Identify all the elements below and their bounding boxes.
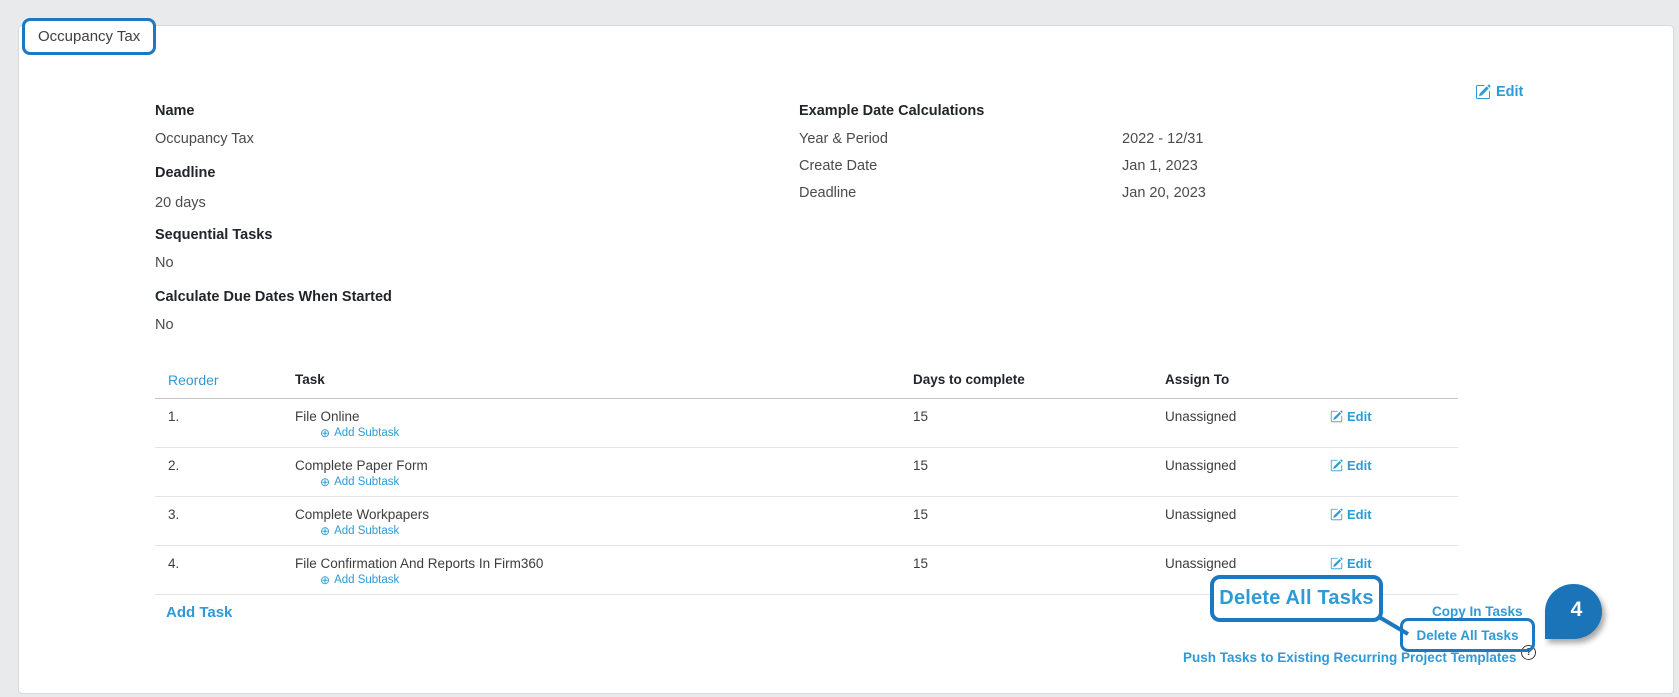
add-subtask-link[interactable]: ⊕ Add Subtask xyxy=(320,574,399,586)
delete-all-tasks-link[interactable]: Delete All Tasks xyxy=(1416,628,1518,643)
page-title-callout: Occupancy Tax xyxy=(22,18,157,55)
task-table: Reorder Task Days to complete Assign To … xyxy=(155,368,1458,595)
date-row-value-deadline: Jan 20, 2023 xyxy=(1122,185,1206,201)
add-subtask-label: Add Subtask xyxy=(334,427,400,439)
task-edit-link[interactable]: Edit xyxy=(1330,507,1372,522)
plus-circle-icon: ⊕ xyxy=(320,426,331,440)
field-label-name: Name xyxy=(155,103,195,119)
assign-to-value: Unassigned xyxy=(1165,409,1237,424)
task-table-body: 1. File Online ⊕ Add Subtask 15 Unassign… xyxy=(155,399,1458,595)
field-label-sequential-tasks: Sequential Tasks xyxy=(155,227,273,243)
add-subtask-link[interactable]: ⊕ Add Subtask xyxy=(320,427,399,439)
column-header-assign: Assign To xyxy=(1165,372,1230,387)
task-name: File Confirmation And Reports In Firm360 xyxy=(295,556,544,571)
template-edit-link[interactable]: Edit xyxy=(1475,84,1523,100)
copy-in-tasks-link[interactable]: Copy In Tasks xyxy=(1432,604,1523,619)
task-row-number: 3. xyxy=(168,507,180,522)
days-to-complete-value: 15 xyxy=(913,556,929,571)
edit-label: Edit xyxy=(1347,556,1372,571)
date-row-label-create-date: Create Date xyxy=(799,158,878,174)
task-name: Complete Paper Form xyxy=(295,458,428,473)
pencil-square-icon xyxy=(1330,410,1343,423)
delete-all-tasks-callout: Delete All Tasks xyxy=(1210,575,1383,622)
assign-to-value: Unassigned xyxy=(1165,507,1237,522)
plus-circle-icon: ⊕ xyxy=(320,524,331,538)
page-title: Occupancy Tax xyxy=(38,28,141,45)
add-subtask-label: Add Subtask xyxy=(334,476,400,488)
field-value-name: Occupancy Tax xyxy=(155,131,254,147)
column-header-task: Task xyxy=(295,372,325,387)
pencil-square-icon xyxy=(1330,508,1343,521)
step-4-balloon: 4 xyxy=(1545,584,1602,639)
plus-circle-icon: ⊕ xyxy=(320,573,331,587)
edit-label: Edit xyxy=(1347,507,1372,522)
pencil-square-icon xyxy=(1476,84,1491,99)
field-label-calc-due-dates: Calculate Due Dates When Started xyxy=(155,289,392,305)
date-row-label-year-period: Year & Period xyxy=(799,131,888,147)
task-table-header: Reorder Task Days to complete Assign To xyxy=(155,368,1458,399)
column-header-days: Days to complete xyxy=(913,372,1025,387)
plus-circle-icon: ⊕ xyxy=(320,475,331,489)
pencil-square-icon xyxy=(1330,459,1343,472)
field-label-deadline: Deadline xyxy=(155,165,216,181)
field-value-sequential-tasks: No xyxy=(155,255,174,271)
delete-all-tasks-highlight-box: Delete All Tasks xyxy=(1400,618,1535,652)
task-name: File Online xyxy=(295,409,360,424)
task-edit-link[interactable]: Edit xyxy=(1330,409,1372,424)
add-task-link[interactable]: Add Task xyxy=(166,604,232,621)
edit-label: Edit xyxy=(1347,458,1372,473)
field-value-calc-due-dates: No xyxy=(155,317,174,333)
add-subtask-label: Add Subtask xyxy=(334,574,400,586)
field-value-deadline: 20 days xyxy=(155,195,206,211)
task-row-number: 2. xyxy=(168,458,180,473)
task-edit-link[interactable]: Edit xyxy=(1330,458,1372,473)
add-subtask-link[interactable]: ⊕ Add Subtask xyxy=(320,476,399,488)
add-subtask-label: Add Subtask xyxy=(334,525,400,537)
table-row: 1. File Online ⊕ Add Subtask 15 Unassign… xyxy=(155,399,1458,448)
days-to-complete-value: 15 xyxy=(913,507,929,522)
pencil-square-icon xyxy=(1330,557,1343,570)
days-to-complete-value: 15 xyxy=(913,409,929,424)
task-name: Complete Workpapers xyxy=(295,507,430,522)
page: Occupancy Tax Edit Name Occupancy Tax De… xyxy=(0,0,1679,697)
callout-label: Delete All Tasks xyxy=(1219,587,1374,609)
example-date-calculations-title: Example Date Calculations xyxy=(799,103,985,119)
table-row: 2. Complete Paper Form ⊕ Add Subtask 15 … xyxy=(155,448,1458,497)
assign-to-value: Unassigned xyxy=(1165,458,1237,473)
step-number: 4 xyxy=(1570,597,1583,621)
push-tasks-link[interactable]: Push Tasks to Existing Recurring Project… xyxy=(1183,645,1537,665)
edit-label: Edit xyxy=(1347,409,1372,424)
date-row-value-year-period: 2022 - 12/31 xyxy=(1122,131,1204,147)
edit-label: Edit xyxy=(1496,84,1524,100)
task-edit-link[interactable]: Edit xyxy=(1330,556,1372,571)
add-subtask-link[interactable]: ⊕ Add Subtask xyxy=(320,525,399,537)
table-row: 3. Complete Workpapers ⊕ Add Subtask 15 … xyxy=(155,497,1458,546)
days-to-complete-value: 15 xyxy=(913,458,929,473)
push-tasks-label: Push Tasks to Existing Recurring Project… xyxy=(1183,650,1517,665)
date-row-value-create-date: Jan 1, 2023 xyxy=(1122,158,1198,174)
date-row-label-deadline: Deadline xyxy=(799,185,857,201)
reorder-link[interactable]: Reorder xyxy=(168,372,219,388)
task-row-number: 1. xyxy=(168,409,180,424)
task-row-number: 4. xyxy=(168,556,180,571)
